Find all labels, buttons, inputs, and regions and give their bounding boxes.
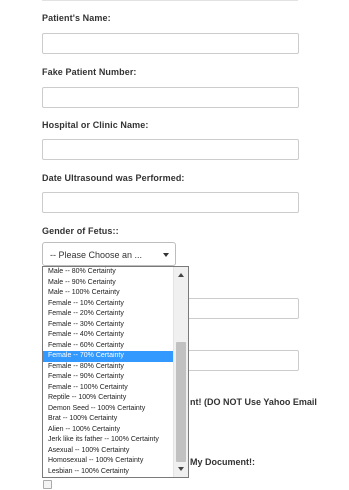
fetus-gender-dropdown-list[interactable]: Male -- 80% Certainty Male -- 90% Certai… (42, 266, 189, 478)
hospital-name-label: Hospital or Clinic Name: (42, 120, 149, 130)
scroll-up-arrow-icon[interactable] (178, 273, 184, 277)
dropdown-options: Male -- 80% Certainty Male -- 90% Certai… (43, 267, 174, 477)
fake-patient-number-input[interactable] (42, 87, 299, 108)
chevron-down-icon (163, 253, 169, 257)
dropdown-option[interactable]: Female -- 20% Certainty (43, 309, 174, 320)
dropdown-option[interactable]: Reptile -- 100% Certainty (43, 393, 174, 404)
dropdown-option[interactable]: Brat -- 100% Certainty (43, 414, 174, 425)
patient-name-input[interactable] (42, 33, 299, 54)
scroll-down-arrow-icon[interactable] (178, 467, 184, 471)
dropdown-option[interactable]: Alien -- 100% Certainty (43, 425, 174, 436)
fetus-gender-select-value: -- Please Choose an ... (50, 250, 143, 260)
dropdown-scrollbar[interactable] (173, 267, 188, 477)
form-top-border (42, 0, 298, 1)
ultrasound-date-input[interactable] (42, 192, 299, 213)
dropdown-option[interactable]: Male -- 90% Certainty (43, 278, 174, 289)
email-warning-label: nt! (DO NOT Use Yahoo Email (190, 397, 317, 407)
fetus-gender-select[interactable]: -- Please Choose an ... (42, 242, 176, 266)
dropdown-option[interactable]: Lesbian -- 100% Certainty (43, 467, 174, 478)
dropdown-option[interactable]: Female -- 60% Certainty (43, 341, 174, 352)
dropdown-option[interactable]: Jerk like its father -- 100% Certainty (43, 435, 174, 446)
dropdown-option[interactable]: Asexual -- 100% Certainty (43, 446, 174, 457)
dropdown-option[interactable]: Homosexual -- 100% Certainty (43, 456, 174, 467)
fetus-gender-label: Gender of Fetus:: (42, 226, 119, 236)
patient-name-label: Patient's Name: (42, 13, 111, 23)
dropdown-option-selected[interactable]: Female -- 70% Certainty (43, 351, 174, 362)
ultrasound-date-label: Date Ultrasound was Performed: (42, 173, 185, 183)
dropdown-option[interactable]: Female -- 10% Certainty (43, 299, 174, 310)
dropdown-option[interactable]: Female -- 100% Certainty (43, 383, 174, 394)
dropdown-option[interactable]: Female -- 30% Certainty (43, 320, 174, 331)
dropdown-option[interactable]: Female -- 90% Certainty (43, 372, 174, 383)
dropdown-option[interactable]: Female -- 40% Certainty (43, 330, 174, 341)
dropdown-option[interactable]: Male -- 80% Certainty (43, 267, 174, 278)
dropdown-option[interactable]: Male -- 100% Certainty (43, 288, 174, 299)
scrollbar-thumb[interactable] (176, 342, 186, 462)
dropdown-option[interactable]: Female -- 80% Certainty (43, 362, 174, 373)
hospital-name-input[interactable] (42, 139, 299, 160)
dropdown-option[interactable]: Demon Seed -- 100% Certainty (43, 404, 174, 415)
document-label: My Document!: (190, 457, 255, 467)
agreement-checkbox[interactable] (43, 480, 52, 489)
fake-patient-number-label: Fake Patient Number: (42, 67, 137, 77)
